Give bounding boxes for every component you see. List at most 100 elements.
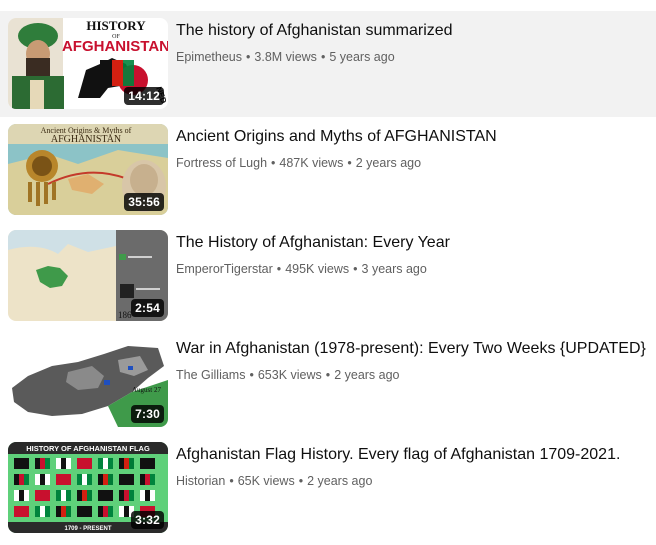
flag-stripe [119, 474, 124, 485]
flag-stripe [119, 458, 124, 469]
flag-stripe [103, 458, 108, 469]
flag-stripe [77, 458, 82, 469]
flag-stripe [98, 474, 103, 485]
flag-stripe [140, 458, 145, 469]
flag-stripe [108, 458, 113, 469]
video-title[interactable]: The History of Afghanistan: Every Year [176, 232, 646, 254]
duration-badge: 35:56 [124, 193, 164, 211]
flag-stripe [77, 490, 82, 501]
flag-stripe [66, 458, 71, 469]
video-title[interactable]: The history of Afghanistan summarized [176, 20, 646, 42]
flag-stripe [103, 506, 108, 517]
separator-dot: • [249, 368, 254, 382]
flag-stripe [56, 506, 61, 517]
flag-stripe [35, 474, 40, 485]
thumbnail-text: 186 [118, 310, 132, 320]
video-meta: War in Afghanistan (1978-present): Every… [176, 338, 646, 384]
flag-stripe [98, 458, 103, 469]
flag-stripe [24, 506, 29, 517]
video-item[interactable]: August 27 7:30 War in Afghanistan (1978-… [0, 329, 656, 435]
flag-stripe [82, 458, 87, 469]
thumbnail-text: 27 [154, 386, 162, 394]
channel-name[interactable]: Fortress of Lugh [176, 156, 267, 170]
upload-age: 5 years ago [329, 50, 395, 64]
flag-stripe [56, 490, 61, 501]
flag-stripe [19, 506, 24, 517]
video-thumbnail[interactable]: August 27 7:30 [8, 336, 168, 427]
video-thumbnail[interactable]: 186 2:54 [8, 230, 168, 321]
flag-stripe [87, 458, 92, 469]
duration-badge: 7:30 [131, 405, 164, 423]
flag-stripe [61, 458, 66, 469]
flag-stripe [61, 474, 66, 485]
flag-stripe [103, 474, 108, 485]
video-item[interactable]: HISTORY OF AFGHANISTAN FLAG 1709 - PRESE… [0, 435, 656, 541]
flag-stripe [119, 506, 124, 517]
video-thumbnail[interactable]: Ancient Origins & Myths of AFGHANISTAN 3… [8, 124, 168, 215]
flag-stripe [119, 490, 124, 501]
flag-stripe [35, 458, 40, 469]
flag-stripe [150, 474, 155, 485]
channel-name[interactable]: Historian [176, 474, 225, 488]
duration-badge: 2:54 [131, 299, 164, 317]
video-thumbnail[interactable]: HISTORY OF AFGHANISTAN FLAG 1709 - PRESE… [8, 442, 168, 533]
upload-age: 3 years ago [361, 262, 427, 276]
separator-dot: • [325, 368, 331, 382]
separator-dot: • [298, 474, 304, 488]
upload-age: 2 years ago [307, 474, 373, 488]
flag-stripe [98, 490, 103, 501]
flag-stripe [45, 506, 50, 517]
view-count: 65K views [237, 474, 295, 488]
flag-stripe [124, 506, 129, 517]
video-meta: The history of Afghanistan summarized Ep… [176, 20, 646, 66]
video-byline: Historian • 65K views • 2 years ago [176, 472, 646, 490]
flag-stripe [77, 474, 82, 485]
flag-stripe [129, 474, 134, 485]
video-thumbnail[interactable]: HISTORY OF AFGHANISTAN NED 14:12 [8, 18, 168, 109]
flag-stripe [61, 506, 66, 517]
view-count: 495K views [285, 262, 350, 276]
flag-stripe [66, 474, 71, 485]
flag-stripe [129, 490, 134, 501]
separator-dot: • [353, 262, 358, 276]
flag-stripe [40, 490, 45, 501]
video-item[interactable]: Ancient Origins & Myths of AFGHANISTAN 3… [0, 117, 656, 223]
video-meta: Afghanistan Flag History. Every flag of … [176, 444, 646, 490]
flag-stripe [145, 458, 150, 469]
flag-stripe [56, 474, 61, 485]
channel-name[interactable]: The Gilliams [176, 368, 245, 382]
video-item[interactable]: 186 2:54 The History of Afghanistan: Eve… [0, 223, 656, 329]
flag-stripe [103, 490, 108, 501]
flag-stripe [40, 458, 45, 469]
view-count: 3.8M views [254, 50, 317, 64]
video-title[interactable]: Afghanistan Flag History. Every flag of … [176, 444, 646, 466]
flag-stripe [108, 474, 113, 485]
flag-stripe [19, 490, 24, 501]
thumbnail-text: AFGHANISTAN [51, 134, 121, 145]
video-item[interactable]: HISTORY OF AFGHANISTAN NED 14:12 The his… [0, 11, 656, 117]
flag-stripe [14, 474, 19, 485]
thumbnail-text: 1709 - PRESENT [64, 526, 111, 532]
flag-stripe [19, 458, 24, 469]
separator-dot: • [246, 50, 251, 64]
video-title[interactable]: Ancient Origins and Myths of AFGHANISTAN [176, 126, 646, 148]
channel-name[interactable]: Epimetheus [176, 50, 242, 64]
flag-stripe [14, 490, 19, 501]
flag-stripe [145, 474, 150, 485]
view-count: 653K views [257, 368, 322, 382]
channel-name[interactable]: EmperorTigerstar [176, 262, 273, 276]
flag-stripe [56, 458, 61, 469]
flag-stripe [124, 474, 129, 485]
video-byline: The Gilliams • 653K views • 2 years ago [176, 366, 646, 384]
duration-badge: 14:12 [124, 87, 164, 105]
video-byline: EmperorTigerstar • 495K views • 3 years ago [176, 260, 646, 278]
flag-stripe [40, 506, 45, 517]
flag-stripe [129, 458, 134, 469]
video-title[interactable]: War in Afghanistan (1978-present): Every… [176, 338, 646, 360]
duration-badge: 3:32 [131, 511, 164, 529]
flag-stripe [61, 490, 66, 501]
thumbnail-text: HISTORY OF AFGHANISTAN FLAG [26, 444, 150, 453]
flag-stripe [24, 474, 29, 485]
separator-dot: • [320, 50, 326, 64]
flag-stripe [87, 506, 92, 517]
